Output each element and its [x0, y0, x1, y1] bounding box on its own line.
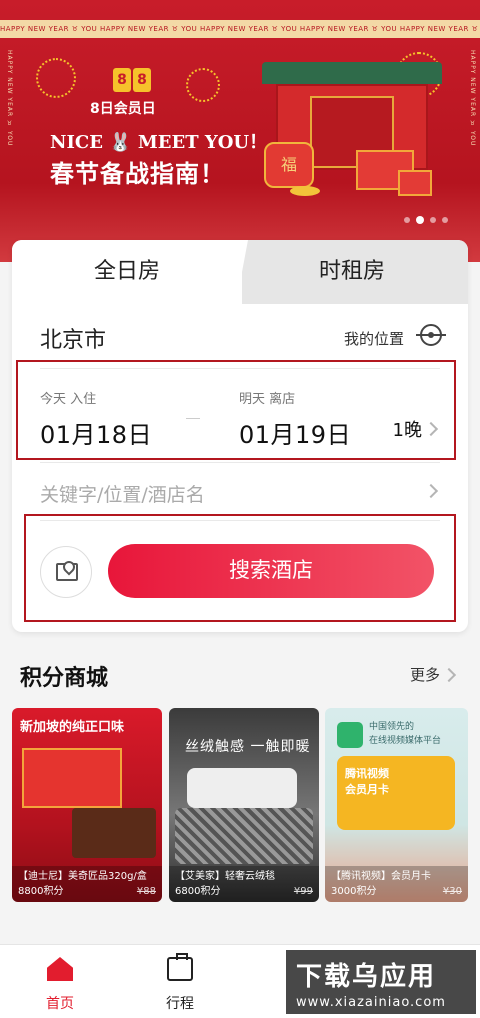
- firework-icon: [36, 58, 76, 98]
- divider: [40, 462, 440, 463]
- item-name: 【腾讯视频】会员月卡: [331, 871, 431, 882]
- divider: [40, 520, 440, 521]
- brand-logo: 8 8: [113, 68, 151, 92]
- nav-home[interactable]: 首页: [20, 945, 100, 1018]
- gift-box-illustration: [398, 170, 432, 196]
- site-watermark: 下载乌应用 www.xiazainiao.com: [286, 950, 476, 1014]
- banner-tagline: NICE 🐰 MEET YOU！: [50, 132, 268, 153]
- carousel-indicator: [404, 216, 448, 224]
- checkout-date: 01月19日: [239, 421, 352, 449]
- chevron-right-icon: [423, 421, 439, 437]
- checkin-label: 今天 入住: [40, 392, 97, 407]
- keyword-search-input[interactable]: 关键字/位置/酒店名: [40, 480, 205, 507]
- banner-title: 春节备战指南！: [50, 160, 225, 188]
- item-header: 丝绒触感 一触即暖: [185, 739, 311, 755]
- checkout-label: 明天 离店: [239, 392, 296, 407]
- item-points: 3000积分: [331, 886, 377, 897]
- chocolate-illustration: [72, 808, 156, 858]
- blanket-illustration: [175, 808, 313, 864]
- nav-trips-label: 行程: [166, 996, 194, 1012]
- banner-ribbon: HAPPY NEW YEAR ♉ YOU HAPPY NEW YEAR ♉ YO…: [0, 20, 480, 38]
- item-points: 8800积分: [18, 886, 64, 897]
- pillow-illustration: [187, 768, 297, 808]
- firework-icon: [186, 68, 220, 102]
- gift-box-illustration: [22, 748, 122, 808]
- suitcase-icon: [167, 953, 193, 981]
- item-caption: 【艾美家】轻奢云绒毯 6800积分 ¥99: [169, 866, 319, 902]
- my-location-link[interactable]: 我的位置: [344, 328, 404, 349]
- mall-item-blanket[interactable]: 丝绒触感 一触即暖 【艾美家】轻奢云绒毯 6800积分 ¥99: [169, 708, 319, 902]
- booking-card: 时租房 全日房 北京市 我的位置 今天 入住 01月18日 明天 离店 01月1…: [12, 240, 468, 632]
- checkin-date-picker[interactable]: 今天 入住 01月18日: [40, 388, 152, 450]
- nav-trips[interactable]: 行程: [140, 945, 220, 1018]
- checkout-date-picker[interactable]: 明天 离店 01月19日: [239, 388, 351, 450]
- map-search-button[interactable]: [40, 546, 92, 598]
- map-pin-icon: [56, 563, 78, 581]
- nights-count[interactable]: 1晚: [393, 416, 422, 442]
- tencent-video-logo-icon: [337, 722, 363, 748]
- item-old-price: ¥99: [293, 886, 313, 897]
- more-link[interactable]: 更多: [410, 664, 440, 685]
- city-selector[interactable]: 北京市: [40, 322, 106, 354]
- item-points: 6800积分: [175, 886, 221, 897]
- item-caption: 【迪士尼】美奇匠品320g/盒 8800积分 ¥88: [12, 866, 162, 902]
- search-hotel-button[interactable]: 搜索酒店: [108, 544, 434, 598]
- chevron-right-icon[interactable]: [441, 667, 457, 683]
- item-old-price: ¥88: [136, 886, 156, 897]
- item-caption: 【腾讯视频】会员月卡 3000积分 ¥30: [325, 866, 468, 902]
- divider: [40, 368, 440, 369]
- item-name: 【迪士尼】美奇匠品320g/盒: [18, 871, 147, 882]
- logo-digit: 8: [133, 68, 151, 92]
- banner-side-text-left: HAPPY NEW YEAR ♉ YOU: [6, 50, 13, 147]
- tab-hourly-room[interactable]: 时租房: [236, 240, 468, 304]
- nav-home-label: 首页: [46, 996, 74, 1012]
- item-header: 新加坡的纯正口味: [20, 720, 125, 735]
- date-separator: [186, 418, 200, 419]
- watermark-title: 下载乌应用: [296, 962, 437, 992]
- mall-item-disney[interactable]: 新加坡的纯正口味 【迪士尼】美奇匠品320g/盒 8800积分 ¥88: [12, 708, 162, 902]
- item-old-price: ¥30: [442, 886, 462, 897]
- fu-lantern-illustration: 福: [264, 142, 314, 188]
- item-name: 【艾美家】轻奢云绒毯: [175, 871, 275, 882]
- gold-ingot-illustration: [290, 186, 320, 196]
- mall-item-tencent-video[interactable]: 中国领先的 在线视频媒体平台 腾讯视频 会员月卡 【腾讯视频】会员月卡 3000…: [325, 708, 468, 902]
- checkin-date: 01月18日: [40, 421, 153, 449]
- promo-banner[interactable]: HAPPY NEW YEAR ♉ YOU HAPPY NEW YEAR ♉ YO…: [0, 0, 480, 262]
- chevron-right-icon: [423, 483, 439, 499]
- logo-digit: 8: [113, 68, 131, 92]
- home-icon: [47, 957, 73, 981]
- banner-side-text-right: HAPPY NEW YEAR ♉ YOU: [469, 50, 476, 147]
- carousel-dot: [430, 217, 436, 223]
- watermark-url: www.xiazainiao.com: [296, 995, 446, 1010]
- membership-card-illustration: 腾讯视频 会员月卡: [337, 756, 455, 830]
- carousel-dot-active: [416, 216, 424, 224]
- points-mall-title: 积分商城: [20, 666, 109, 691]
- banner-subtitle: 8日会员日: [90, 101, 156, 117]
- carousel-dot: [404, 217, 410, 223]
- locate-icon[interactable]: [416, 324, 446, 346]
- tab-full-day-room[interactable]: 全日房: [12, 240, 242, 304]
- carousel-dot: [442, 217, 448, 223]
- item-header: 中国领先的 在线视频媒体平台: [369, 722, 442, 746]
